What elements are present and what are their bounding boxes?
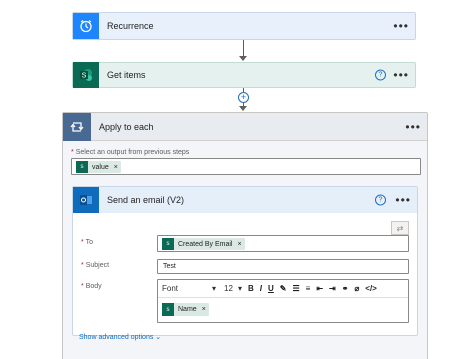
body-label: * Body [81,283,102,290]
connector-arrow [239,56,247,61]
unlink-icon[interactable]: ⌀ [354,284,359,293]
chevron-down-icon: ▾ [237,283,242,293]
connector-arrow [239,106,247,111]
insert-step-button[interactable]: + [238,92,249,103]
subject-label: * Subject [81,262,110,269]
chevron-down-icon: ▾ [211,283,216,293]
recurrence-more-menu[interactable]: ••• [393,19,409,33]
subject-field[interactable]: Test [157,259,409,274]
value-token-label: value [92,163,109,171]
sharepoint-icon: S [73,62,99,88]
svg-text:S: S [82,73,87,80]
increase-indent-icon[interactable]: ⇥ [329,284,336,293]
send-email-step[interactable]: Send an email (V2) ? ••• ⇄ * To s Create… [72,186,418,341]
remove-token-icon[interactable]: × [114,164,118,171]
decrease-indent-icon[interactable]: ⇤ [316,284,323,293]
get-items-step[interactable]: S Get items ? ••• [72,62,416,88]
get-items-help-icon[interactable]: ? [375,69,386,81]
loop-icon [63,112,91,141]
name-token: s Name × [162,303,209,316]
send-email-help-icon[interactable]: ? [375,194,386,206]
remove-token-icon[interactable]: × [202,306,206,313]
sharepoint-icon: s [76,161,88,173]
alarm-clock-icon [73,13,99,39]
send-email-title: Send an email (V2) [107,195,185,205]
numbered-list-icon[interactable]: ≡ [306,284,311,293]
toolbar-divider [158,297,408,298]
apply-to-each-more-menu[interactable]: ••• [405,120,421,134]
recurrence-step[interactable]: Recurrence ••• [72,12,416,40]
chevron-down-icon: ⌄ [155,334,162,341]
to-field[interactable]: s Created By Email × [157,235,409,252]
get-items-title: Get items [107,70,146,80]
italic-button[interactable]: I [260,284,262,293]
underline-button[interactable]: U [268,284,274,293]
select-output-label: * Select an output from previous steps [71,149,190,156]
sharepoint-icon: s [162,238,174,250]
font-size-select[interactable]: 12 ▾ [224,284,242,293]
sharepoint-icon: s [162,303,174,316]
apply-to-each-title: Apply to each [99,121,154,132]
token-label: Created By Email [178,240,233,248]
pen-icon[interactable]: ✎ [280,284,287,293]
select-output-field[interactable]: s value × [71,158,421,175]
link-icon[interactable]: ⚭ [342,284,349,293]
bold-button[interactable]: B [248,284,254,293]
show-advanced-options-link[interactable]: Show advanced options ⌄ [79,333,161,341]
switch-mode-button[interactable]: ⇄ [391,221,409,235]
bulleted-list-icon[interactable]: ☰ [293,284,300,293]
token-label: Name [178,306,197,313]
code-view-icon[interactable]: </> [365,284,377,293]
body-toolbar: Font ▾ 12 ▾ B I U ✎ ☰ ≡ ⇤ ⇥ ⚭ ⌀ </> [158,280,408,296]
subject-value: Test [163,263,176,270]
font-select[interactable]: Font ▾ [162,284,216,293]
get-items-more-menu[interactable]: ••• [393,68,409,82]
recurrence-title: Recurrence [107,21,154,31]
connector-line [243,40,244,57]
to-label: * To [81,239,93,246]
body-editor[interactable]: Font ▾ 12 ▾ B I U ✎ ☰ ≡ ⇤ ⇥ ⚭ ⌀ </> s Name… [157,279,409,323]
outlook-icon [73,187,99,213]
value-token: s value × [76,161,121,173]
send-email-more-menu[interactable]: ••• [395,193,411,207]
created-by-email-token: s Created By Email × [162,238,245,250]
remove-token-icon[interactable]: × [237,241,241,248]
